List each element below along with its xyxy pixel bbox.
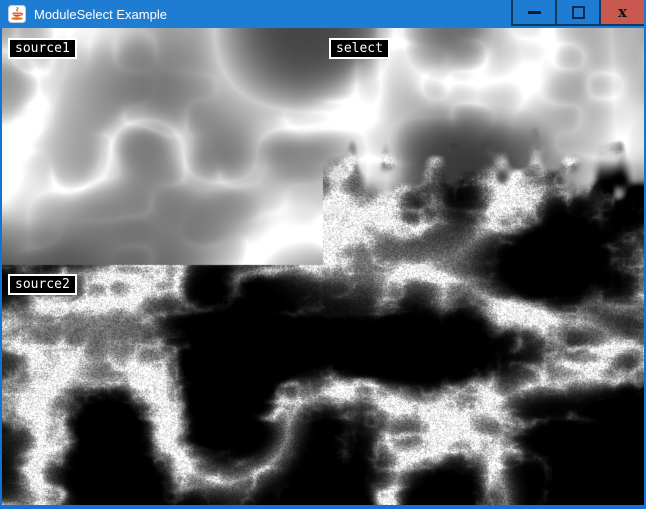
minimize-icon: [528, 11, 541, 14]
noise-image: [2, 28, 644, 505]
maximize-icon: [572, 6, 585, 19]
label-select: select: [329, 38, 390, 59]
maximize-button[interactable]: [555, 0, 599, 26]
minimize-button[interactable]: [511, 0, 555, 26]
app-window: ModuleSelect Example x source1 select so…: [0, 0, 646, 509]
window-controls: x: [511, 0, 644, 28]
java-coffee-cup-icon: [8, 5, 26, 23]
window-title: ModuleSelect Example: [34, 7, 167, 22]
label-source1: source1: [8, 38, 77, 59]
close-x-icon: x: [618, 5, 627, 20]
render-area: source1 select source2: [2, 28, 644, 505]
close-button[interactable]: x: [599, 0, 644, 26]
title-bar[interactable]: ModuleSelect Example x: [0, 0, 646, 28]
label-source2: source2: [8, 274, 77, 295]
